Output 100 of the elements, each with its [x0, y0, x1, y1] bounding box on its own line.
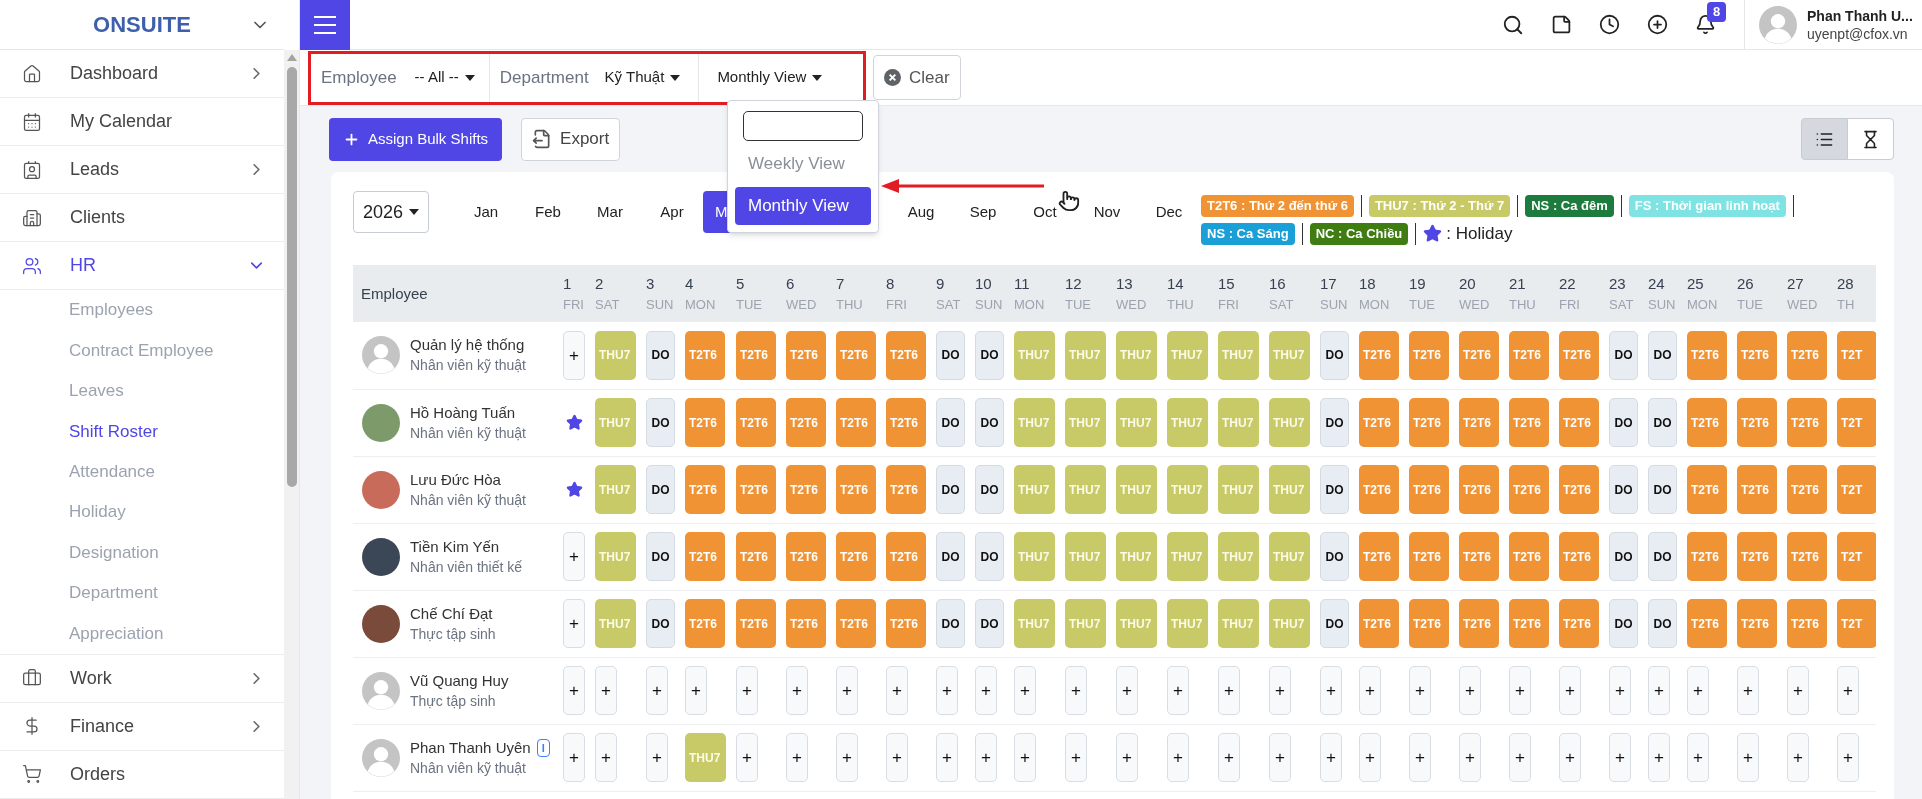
add-shift-button[interactable]: + — [563, 330, 585, 380]
shift-chip[interactable]: DO — [1648, 599, 1677, 648]
list-view-button[interactable] — [1801, 118, 1848, 160]
shift-chip[interactable]: T2T6 — [1509, 599, 1549, 648]
add-shift-button[interactable]: + — [736, 733, 758, 782]
shift-chip[interactable]: T2T6 — [1359, 465, 1399, 514]
shift-chip[interactable]: T2T6 — [1687, 465, 1727, 514]
shift-chip[interactable]: T2T6 — [1509, 398, 1549, 447]
add-shift-button[interactable]: + — [646, 733, 668, 782]
add-shift-button[interactable]: + — [1837, 733, 1859, 782]
add-shift-button[interactable]: + — [1609, 733, 1631, 782]
add-shift-button[interactable]: + — [1737, 666, 1759, 715]
shift-chip[interactable]: T2T6 — [1509, 532, 1549, 581]
shift-chip[interactable]: T2T — [1837, 599, 1876, 648]
add-shift-button[interactable]: + — [1687, 733, 1709, 782]
add-shift-button[interactable]: + — [836, 666, 858, 715]
shift-chip[interactable]: T2T6 — [1559, 398, 1599, 447]
shift-chip[interactable]: DO — [646, 599, 675, 648]
month-tab[interactable]: Nov — [1076, 191, 1138, 233]
shift-chip[interactable]: T2T6 — [1359, 599, 1399, 648]
note-icon[interactable] — [1551, 14, 1572, 35]
sidebar-subitem[interactable]: Shift Roster — [0, 411, 284, 452]
add-shift-button[interactable]: + — [1167, 733, 1189, 782]
shift-chip[interactable]: T2T6 — [1409, 465, 1449, 514]
shift-chip[interactable]: T2T6 — [886, 599, 926, 648]
shift-chip[interactable]: DO — [1609, 599, 1638, 648]
shift-chip[interactable]: T2T6 — [685, 465, 725, 514]
shift-chip[interactable]: T2T6 — [1687, 599, 1727, 648]
add-shift-button[interactable]: + — [1648, 666, 1670, 715]
shift-chip[interactable]: DO — [1320, 330, 1349, 380]
month-tab[interactable]: Oct — [1014, 191, 1076, 233]
add-shift-button[interactable]: + — [1065, 733, 1087, 782]
shift-chip[interactable]: T2T6 — [1509, 465, 1549, 514]
shift-chip[interactable]: DO — [1609, 398, 1638, 447]
shift-chip[interactable]: T2T6 — [1737, 532, 1777, 581]
shift-chip[interactable]: T2T6 — [685, 599, 725, 648]
shift-chip[interactable]: T2T6 — [1687, 532, 1727, 581]
add-shift-button[interactable]: + — [1787, 733, 1809, 782]
shift-chip[interactable]: T2T6 — [736, 599, 776, 648]
add-shift-button[interactable]: + — [646, 666, 668, 715]
shift-chip[interactable]: T2T6 — [786, 532, 826, 581]
shift-chip[interactable]: DO — [936, 398, 965, 447]
add-shift-button[interactable]: + — [975, 666, 997, 715]
month-tab[interactable]: Dec — [1138, 191, 1200, 233]
shift-chip[interactable]: T2T6 — [1787, 398, 1827, 447]
shift-chip[interactable]: DO — [936, 465, 965, 514]
shift-chip[interactable]: DO — [975, 465, 1004, 514]
sidebar-subitem[interactable]: Employees — [0, 290, 284, 331]
shift-chip[interactable]: T2T6 — [1409, 398, 1449, 447]
shift-chip[interactable]: T2T6 — [736, 398, 776, 447]
employee-select[interactable]: -- All -- — [414, 66, 475, 89]
month-tab[interactable]: Apr — [641, 191, 703, 233]
add-shift-button[interactable]: + — [1837, 666, 1859, 715]
add-shift-button[interactable]: + — [1559, 666, 1581, 715]
add-shift-button[interactable]: + — [1014, 733, 1036, 782]
shift-chip[interactable]: T2T6 — [685, 398, 725, 447]
shift-chip[interactable]: T2T6 — [736, 465, 776, 514]
month-tab[interactable]: Jan — [455, 191, 517, 233]
add-shift-button[interactable]: + — [1065, 666, 1087, 715]
sidebar-subitem[interactable]: Designation — [0, 532, 284, 573]
shift-chip[interactable]: T2T6 — [685, 532, 725, 581]
add-shift-button[interactable]: + — [975, 733, 997, 782]
shift-chip[interactable]: T2T6 — [1359, 398, 1399, 447]
add-shift-button[interactable]: + — [1320, 733, 1342, 782]
shift-chip[interactable]: T2T6 — [1687, 398, 1727, 447]
shift-chip[interactable]: DO — [1648, 465, 1677, 514]
scrollbar[interactable] — [284, 50, 299, 799]
shift-chip[interactable]: T2T6 — [1409, 599, 1449, 648]
month-tab[interactable]: Feb — [517, 191, 579, 233]
shift-chip[interactable]: T2T6 — [1737, 330, 1777, 380]
menu-item[interactable]: Monthly View — [735, 187, 871, 225]
shift-chip[interactable]: DO — [646, 532, 675, 581]
shift-chip[interactable]: T2T6 — [1409, 532, 1449, 581]
shift-chip[interactable]: DO — [1320, 398, 1349, 447]
sidebar-subitem[interactable]: Contract Employee — [0, 330, 284, 371]
shift-chip[interactable]: T2T6 — [886, 330, 926, 380]
add-shift-button[interactable]: + — [1409, 666, 1431, 715]
shift-chip[interactable]: T2T6 — [1787, 330, 1827, 380]
month-tab[interactable]: Sep — [952, 191, 1014, 233]
year-select[interactable]: 2026 — [353, 191, 429, 233]
shift-chip[interactable]: T2T6 — [1459, 532, 1499, 581]
add-shift-button[interactable]: + — [685, 666, 707, 715]
sidebar-subitem[interactable]: Attendance — [0, 451, 284, 492]
shift-chip[interactable]: DO — [646, 330, 675, 380]
menu-item[interactable]: Weekly View — [735, 145, 871, 183]
shift-chip[interactable]: T2T6 — [1459, 599, 1499, 648]
shift-chip[interactable]: T2T6 — [786, 398, 826, 447]
shift-chip[interactable]: DO — [1320, 465, 1349, 514]
add-shift-button[interactable]: + — [786, 733, 808, 782]
shift-chip[interactable]: T2T6 — [1359, 532, 1399, 581]
shift-chip[interactable]: T2T6 — [886, 532, 926, 581]
shift-chip[interactable]: T2T — [1837, 398, 1876, 447]
add-shift-button[interactable]: + — [1509, 666, 1531, 715]
shift-chip[interactable]: DO — [1648, 532, 1677, 581]
add-shift-button[interactable]: + — [1787, 666, 1809, 715]
clock-icon[interactable] — [1599, 14, 1620, 35]
shift-chip[interactable]: T2T6 — [786, 330, 826, 380]
add-shift-button[interactable]: + — [1116, 666, 1138, 715]
shift-chip[interactable]: T2T6 — [1509, 330, 1549, 380]
shift-chip[interactable]: T2T — [1837, 465, 1876, 514]
